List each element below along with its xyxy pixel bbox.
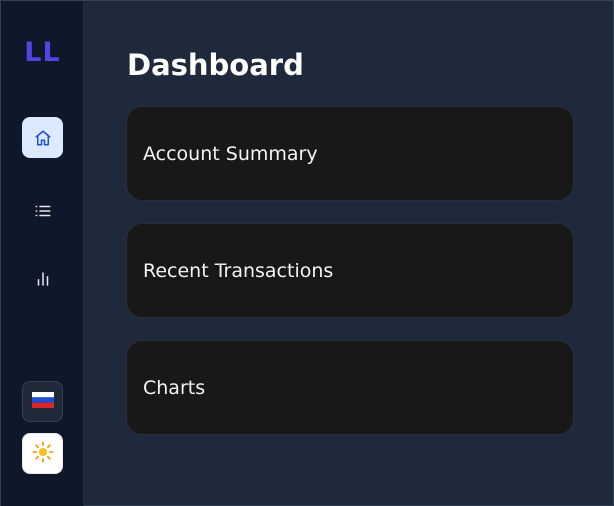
card-recent-transactions[interactable]: Recent Transactions bbox=[126, 223, 574, 318]
theme-toggle-button[interactable] bbox=[22, 433, 63, 474]
page-title: Dashboard bbox=[127, 48, 304, 82]
home-icon bbox=[34, 129, 52, 147]
card-account-summary[interactable]: Account Summary bbox=[126, 106, 574, 201]
sidebar: LL bbox=[1, 1, 84, 506]
sun-icon bbox=[31, 440, 54, 467]
card-label: Recent Transactions bbox=[143, 260, 334, 282]
card-charts[interactable]: Charts bbox=[126, 340, 574, 435]
russian-flag-icon bbox=[31, 391, 54, 412]
app-logo[interactable]: LL bbox=[1, 37, 84, 68]
language-button[interactable] bbox=[22, 381, 63, 422]
nav-charts-button[interactable] bbox=[22, 258, 63, 299]
list-icon bbox=[34, 202, 52, 220]
bar-chart-icon bbox=[34, 270, 52, 288]
card-label: Charts bbox=[143, 377, 206, 399]
app-window: LL Dashboard Account Summary Recent Tran… bbox=[0, 0, 614, 506]
nav-home-button[interactable] bbox=[22, 117, 63, 158]
nav-list-button[interactable] bbox=[22, 190, 63, 231]
card-label: Account Summary bbox=[143, 143, 318, 165]
main-content: Dashboard Account Summary Recent Transac… bbox=[85, 1, 613, 505]
